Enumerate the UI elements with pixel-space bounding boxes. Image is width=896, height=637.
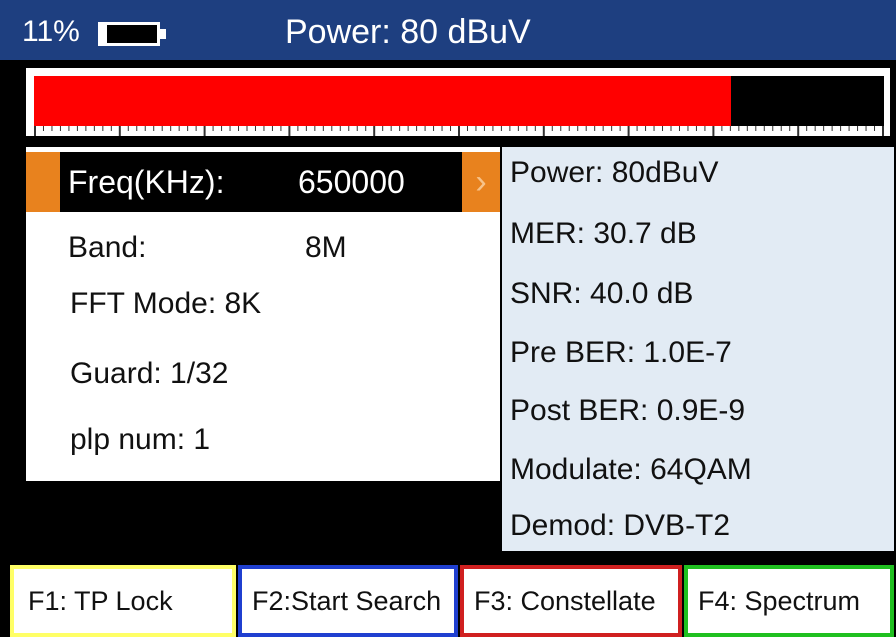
status-pre-ber: Pre BER: 1.0E-7: [510, 336, 732, 369]
battery-icon: [98, 22, 160, 46]
frequency-value: 650000: [298, 164, 405, 200]
status-modulation: Modulate: 64QAM: [510, 453, 752, 486]
guard-label[interactable]: Guard: 1/32: [70, 355, 228, 393]
power-title: Power: 80 dBuV: [285, 13, 531, 51]
band-value[interactable]: 8M: [305, 229, 347, 267]
band-label: Band:: [68, 231, 147, 264]
status-snr: SNR: 40.0 dB: [510, 277, 694, 310]
selection-marker: [26, 152, 60, 212]
signal-level-meter: [26, 68, 890, 136]
f4-spectrum-button[interactable]: F4: Spectrum: [684, 565, 894, 637]
signal-meter-scale: [34, 126, 884, 136]
frequency-label: Freq(KHz):: [68, 164, 225, 200]
f1-tp-lock-button[interactable]: F1: TP Lock: [10, 565, 236, 637]
chevron-right-icon[interactable]: ›: [462, 152, 500, 212]
signal-meter-track: [34, 76, 884, 126]
signal-meter-fill: [34, 76, 731, 126]
fft-mode-label[interactable]: FFT Mode: 8K: [70, 285, 261, 323]
battery-tip: [160, 29, 166, 39]
frequency-input[interactable]: Freq(KHz): 650000: [60, 152, 462, 212]
battery-percentage: 11%: [22, 15, 80, 48]
status-mer: MER: 30.7 dB: [510, 217, 697, 250]
status-demod: Demod: DVB-T2: [510, 509, 731, 542]
status-power: Power: 80dBuV: [510, 156, 719, 189]
f3-constellation-button[interactable]: F3: Constellate: [460, 565, 682, 637]
status-post-ber: Post BER: 0.9E-9: [510, 394, 746, 427]
f2-start-search-button[interactable]: F2:Start Search: [238, 565, 458, 637]
plp-num-label[interactable]: plp num: 1: [70, 421, 210, 459]
battery-level-fill: [101, 25, 108, 43]
